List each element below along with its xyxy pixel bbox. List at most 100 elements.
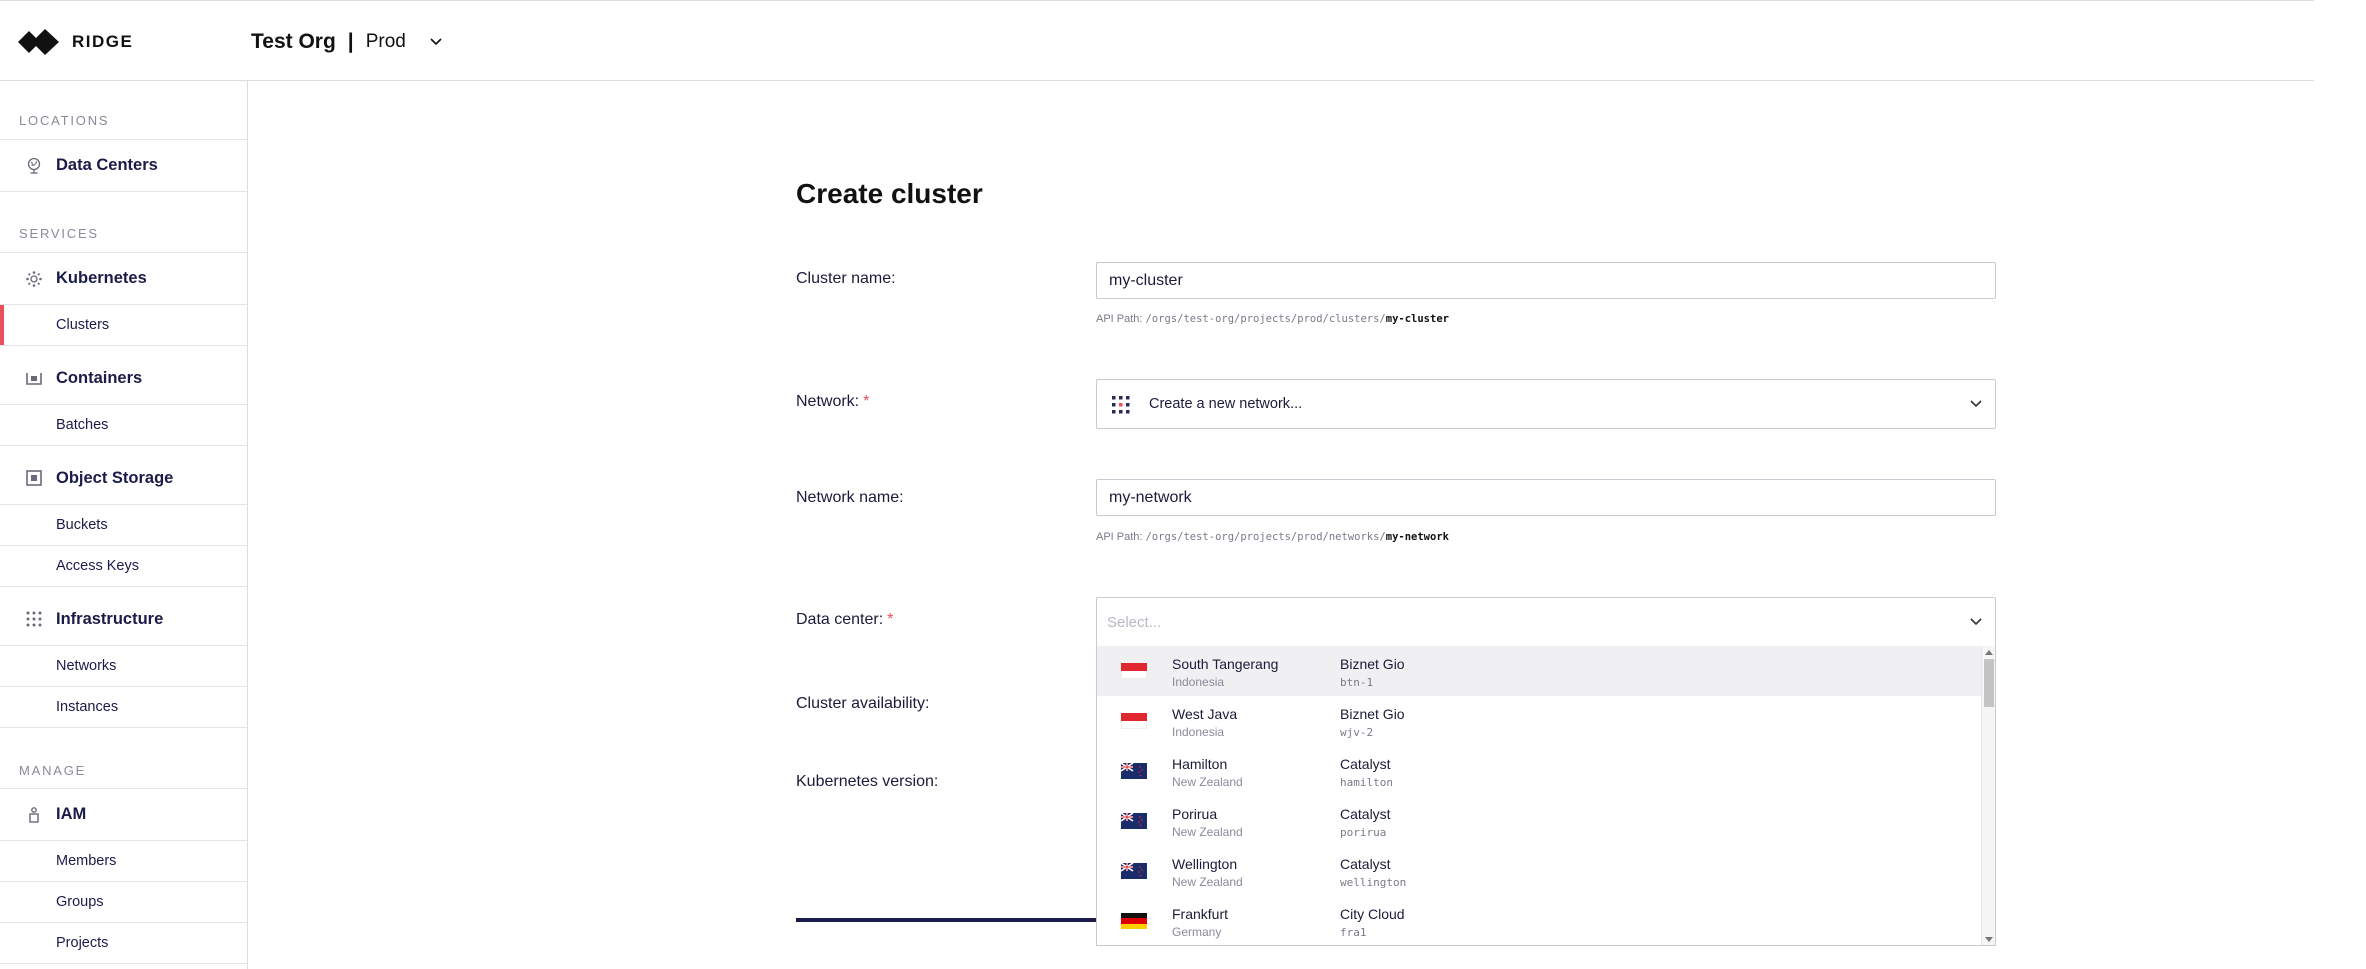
indonesia-flag-icon [1121,713,1147,729]
scroll-thumb[interactable] [1984,659,1994,707]
dropdown-scrollbar[interactable] [1981,646,1995,945]
network-label: Network: * [796,393,869,411]
new-zealand-flag-icon [1121,813,1147,829]
kubernetes-version-label: Kubernetes version: [796,773,939,790]
data-center-dropdown[interactable]: South Tangerang Indonesia Biznet Gio btn… [1096,646,1996,946]
sidebar-item-members[interactable]: Members [0,841,247,882]
org-switcher[interactable]: Test Org | Prod [251,27,444,57]
sidebar-item-infrastructure[interactable]: Infrastructure [0,593,247,646]
cluster-name-input[interactable]: my-cluster [1096,262,1996,299]
option-country: Indonesia [1172,675,1225,689]
option-country: New Zealand [1172,825,1243,839]
cluster-api-path: API Path: /orgs/test-org/projects/prod/c… [1096,313,1449,325]
grid-dots-icon [26,611,42,627]
cluster-name-label: Cluster name: [796,270,896,287]
data-center-label-text: Data center: [796,611,884,628]
network-label-text: Network: [796,393,860,410]
sidebar-item-label: Buckets [56,517,108,533]
option-code: wellington [1340,876,1407,889]
sidebar-item-projects[interactable]: Projects [0,923,247,964]
sidebar-item-iam[interactable]: IAM [0,788,247,841]
option-provider: Catalyst [1340,806,1391,822]
option-city: South Tangerang [1172,656,1279,672]
sidebar-item-label: Object Storage [56,468,174,487]
scroll-up-arrow-icon[interactable] [1985,650,1993,655]
data-center-option[interactable]: Hamilton New Zealand Catalyst hamilton [1097,746,1982,796]
germany-flag-icon [1121,913,1147,929]
data-center-option[interactable]: West Java Indonesia Biznet Gio wjv-2 [1097,696,1982,746]
chevron-down-icon[interactable] [428,34,444,50]
sidebar-item-access-keys[interactable]: Access Keys [0,546,247,587]
sidebar-item-label: Clusters [56,317,110,333]
top-header: RIDGE Test Org | Prod [0,0,2314,81]
cluster-availability-label: Cluster availability: [796,695,930,712]
sidebar-item-label: Members [56,853,117,869]
brand-logo[interactable]: RIDGE [18,27,133,57]
section-label-services: SERVICES [19,226,99,241]
section-label-locations: LOCATIONS [19,113,110,128]
sidebar-item-label: Infrastructure [56,609,164,628]
data-center-option[interactable]: Wellington New Zealand Catalyst wellingt… [1097,846,1982,896]
sidebar-item-label: Batches [56,417,109,433]
data-center-placeholder: Select... [1107,613,1162,631]
scroll-down-arrow-icon[interactable] [1985,937,1993,942]
network-select-value: Create a new network... [1149,396,1303,412]
sidebar-item-networks[interactable]: Networks [0,646,247,687]
sidebar-item-label: IAM [56,805,87,823]
option-country: New Zealand [1172,875,1243,889]
sidebar: LOCATIONS Data Centers SERVICES Kubernet… [0,81,248,969]
option-provider: Biznet Gio [1340,706,1405,722]
option-provider: City Cloud [1340,906,1405,922]
option-code: wjv-2 [1340,726,1374,739]
sidebar-item-label: Networks [56,658,117,674]
api-path-base: /orgs/test-org/projects/prod/clusters/ [1145,313,1386,325]
globe-pin-icon [27,157,41,174]
option-provider: Catalyst [1340,856,1391,872]
option-code: hamilton [1340,776,1393,789]
option-code: fra1 [1340,926,1367,939]
sidebar-item-label: Data Centers [56,156,158,174]
sidebar-item-label: Kubernetes [56,269,147,287]
option-country: New Zealand [1172,775,1243,789]
cluster-name-value: my-cluster [1109,271,1183,289]
sidebar-item-label: Groups [56,894,104,910]
sidebar-item-groups[interactable]: Groups [0,882,247,923]
required-mark: * [863,393,870,410]
environment-name: Prod [365,31,406,52]
sidebar-item-batches[interactable]: Batches [0,405,247,446]
data-center-option[interactable]: South Tangerang Indonesia Biznet Gio btn… [1097,646,1982,696]
chevron-down-icon[interactable] [1969,615,1983,629]
option-city: Porirua [1172,806,1218,822]
storage-box-icon [26,470,42,486]
data-center-label: Data center: * [796,611,893,629]
data-center-option[interactable]: Frankfurt Germany City Cloud fra1 [1097,896,1982,945]
option-code: porirua [1340,826,1387,839]
sidebar-item-kubernetes[interactable]: Kubernetes [0,252,247,305]
org-separator: | [347,30,354,53]
submit-button-edge[interactable] [796,918,1096,922]
network-api-path: API Path: /orgs/test-org/projects/prod/n… [1096,531,1449,543]
required-mark: * [887,611,894,628]
sidebar-item-instances[interactable]: Instances [0,687,247,728]
network-name-label: Network name: [796,489,904,506]
api-path-name: my-cluster [1385,313,1449,325]
sidebar-item-object-storage[interactable]: Object Storage [0,452,247,505]
brand-name: RIDGE [72,32,134,51]
sidebar-item-buckets[interactable]: Buckets [0,505,247,546]
option-country: Germany [1172,925,1222,939]
data-center-option[interactable]: Porirua New Zealand Catalyst porirua [1097,796,1982,846]
chevron-down-icon[interactable] [1969,397,1983,411]
network-name-value: my-network [1109,488,1192,506]
sidebar-item-label: Containers [56,368,143,387]
sidebar-item-containers[interactable]: Containers [0,352,247,405]
sidebar-item-data-centers[interactable]: Data Centers [0,139,247,192]
sidebar-item-clusters[interactable]: Clusters [0,305,247,346]
api-path-base: /orgs/test-org/projects/prod/networks/ [1145,531,1386,543]
option-city: Frankfurt [1172,906,1229,922]
data-center-select[interactable]: Select... [1096,597,1996,647]
network-name-input[interactable]: my-network [1096,479,1996,516]
network-select[interactable]: Create a new network... [1096,379,1996,429]
option-country: Indonesia [1172,725,1225,739]
ridge-logo-icon [18,29,59,55]
sidebar-item-label: Access Keys [56,558,139,574]
